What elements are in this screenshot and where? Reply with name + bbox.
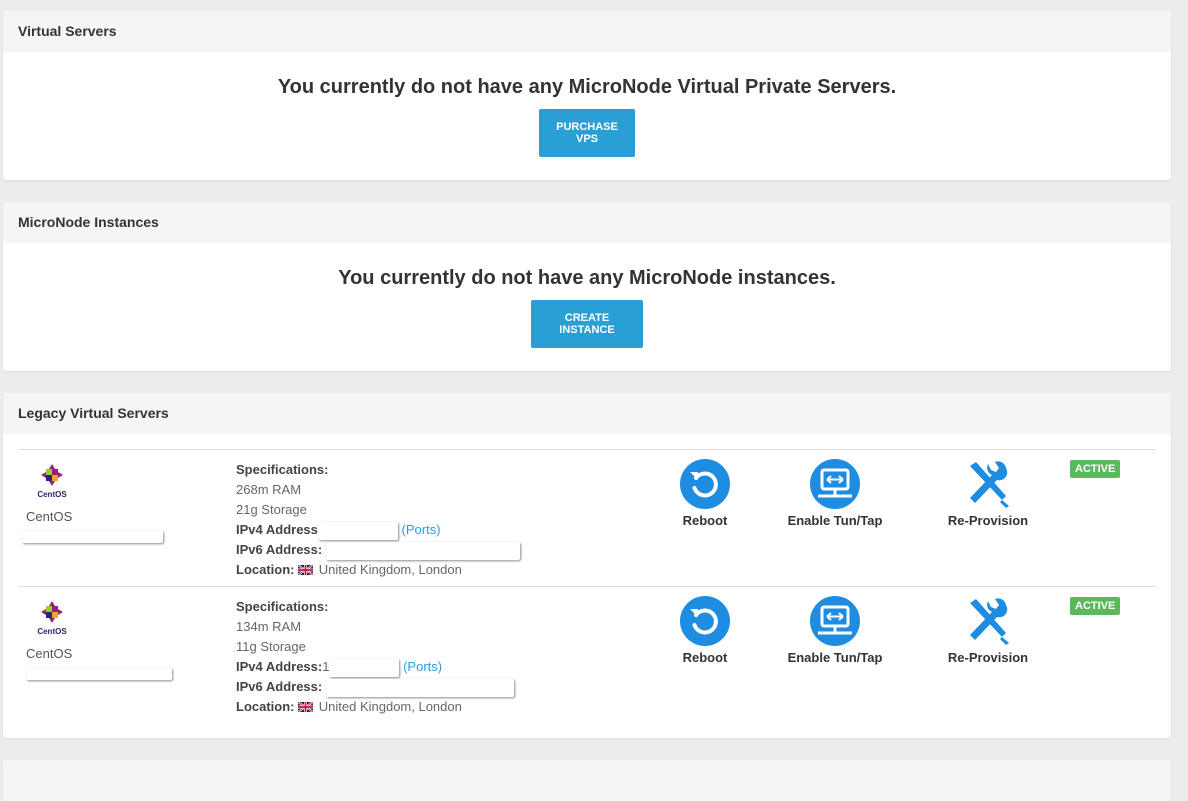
- reprovision-icon: [970, 461, 1009, 508]
- reboot-icon: [680, 596, 730, 646]
- ipv6-label: IPv6 Address:: [236, 542, 323, 557]
- ram-value: 134m RAM: [236, 619, 302, 634]
- panel-title: MicroNode Instances: [3, 202, 1171, 243]
- ipv6-line: IPv6 Address:: [236, 677, 514, 697]
- server-specs: Specifications: 268m RAM 21g Storage IPv…: [236, 460, 520, 580]
- reprovision-label: Re-Provision: [947, 650, 1029, 665]
- tun-tap-label: Enable Tun/Tap: [787, 513, 883, 528]
- tun-tap-icon: [810, 596, 860, 646]
- reprovision-label: Re-Provision: [947, 513, 1029, 528]
- reboot-button[interactable]: Reboot: [666, 595, 744, 665]
- hostname-redacted: [22, 531, 163, 543]
- status-badge: ACTIVE: [1070, 460, 1121, 478]
- server-row: CentOS CentOS Specifications: 134m RAM 1…: [18, 586, 1156, 723]
- re-provision-button[interactable]: Re-Provision: [940, 458, 1036, 528]
- reboot-button[interactable]: Reboot: [666, 458, 744, 528]
- ipv6-redacted: [325, 678, 514, 697]
- reboot-label: Reboot: [682, 513, 728, 528]
- re-provision-button[interactable]: Re-Provision: [940, 595, 1036, 665]
- ipv4-label: IPv4 Address: [236, 522, 318, 537]
- centos-logo-icon: CentOS: [37, 601, 67, 636]
- reboot-label: Reboot: [682, 650, 728, 665]
- location-label: Location:: [236, 562, 295, 577]
- micronode-instances-panel: MicroNode Instances You currently do not…: [3, 202, 1171, 371]
- server-row: CentOS CentOS Specifications: 268m RAM 2…: [18, 449, 1156, 586]
- uk-flag-icon: [298, 702, 314, 712]
- ipv4-redacted: [329, 658, 400, 677]
- os-name: CentOS: [26, 509, 73, 524]
- location-line: Location: United Kingdom, London: [236, 560, 520, 580]
- panel-title: Legacy Virtual Servers: [3, 393, 1171, 434]
- svg-text:CentOS: CentOS: [37, 627, 67, 636]
- ports-link[interactable]: (Ports): [402, 522, 441, 537]
- virtual-servers-panel: Virtual Servers You currently do not hav…: [3, 11, 1171, 180]
- ipv6-line: IPv6 Address:: [236, 540, 520, 560]
- next-panel: [3, 760, 1171, 801]
- location-label: Location:: [236, 699, 295, 714]
- ipv4-line: IPv4 Address (Ports): [236, 520, 520, 540]
- empty-message: You currently do not have any MicroNode …: [338, 267, 836, 289]
- purchase-vps-button[interactable]: PURCHASE VPS: [539, 109, 635, 157]
- enable-tun-tap-button[interactable]: Enable Tun/Tap: [780, 458, 890, 528]
- location-value: United Kingdom, London: [318, 699, 462, 714]
- ports-link[interactable]: (Ports): [403, 659, 442, 674]
- ram-value: 268m RAM: [236, 482, 302, 497]
- legacy-servers-panel: Legacy Virtual Servers CentOS CentOS Spe…: [3, 393, 1171, 738]
- empty-message: You currently do not have any MicroNode …: [277, 76, 897, 98]
- server-specs: Specifications: 134m RAM 11g Storage IPv…: [236, 597, 514, 717]
- centos-logo-icon: CentOS: [37, 464, 67, 499]
- storage-value: 11g Storage: [236, 639, 306, 654]
- specs-label: Specifications:: [236, 599, 329, 614]
- uk-flag-icon: [298, 565, 314, 575]
- create-instance-button[interactable]: CREATE INSTANCE: [531, 300, 643, 348]
- reboot-icon: [680, 459, 730, 509]
- os-name: CentOS: [26, 646, 73, 661]
- ipv4-line: IPv4 Address:1 (Ports): [236, 657, 514, 677]
- ipv4-label: IPv4 Address:: [236, 659, 323, 674]
- tun-tap-label: Enable Tun/Tap: [787, 650, 883, 665]
- hostname-redacted: [26, 668, 172, 680]
- tun-tap-icon: [810, 459, 860, 509]
- storage-value: 21g Storage: [236, 502, 307, 517]
- enable-tun-tap-button[interactable]: Enable Tun/Tap: [780, 595, 890, 665]
- location-value: United Kingdom, London: [318, 562, 462, 577]
- panel-title: Virtual Servers: [3, 11, 1171, 52]
- specs-label: Specifications:: [236, 462, 329, 477]
- location-line: Location: United Kingdom, London: [236, 697, 514, 717]
- reprovision-icon: [970, 598, 1009, 645]
- ipv4-partial: 1: [322, 659, 330, 674]
- ipv4-redacted: [317, 521, 398, 540]
- svg-text:CentOS: CentOS: [37, 490, 67, 499]
- status-badge: ACTIVE: [1070, 597, 1121, 615]
- panel-heading-partial: [3, 760, 1171, 801]
- ipv6-redacted: [325, 541, 520, 560]
- ipv6-label: IPv6 Address:: [236, 679, 323, 694]
